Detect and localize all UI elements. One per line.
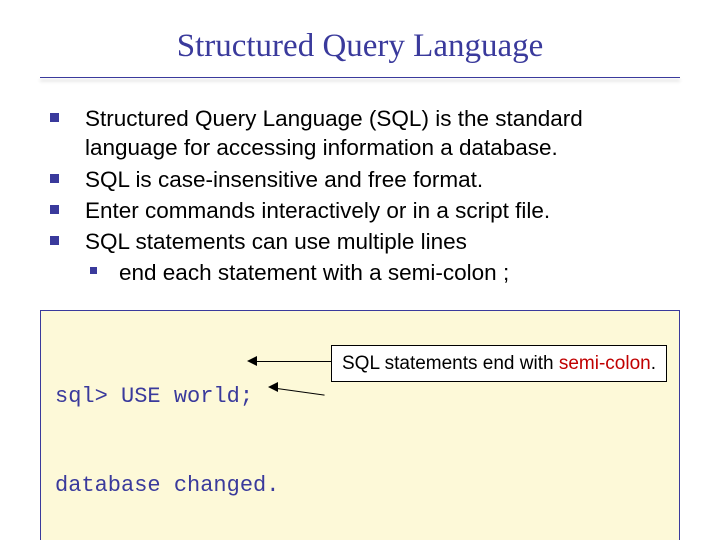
- bullet-list: Structured Query Language (SQL) is the s…: [50, 104, 680, 288]
- code-line: sql> USE world;: [55, 382, 665, 412]
- bullet-item: Enter commands interactively or in a scr…: [50, 196, 680, 225]
- bullet-square-icon: [50, 236, 59, 245]
- code-box: sql> USE world; database changed. sql> S…: [40, 310, 680, 540]
- title-underline: [40, 77, 680, 78]
- bullet-square-small-icon: [90, 267, 97, 274]
- callout-box: SQL statements end with semi-colon.: [331, 345, 667, 383]
- callout-arrowhead-icon: [247, 356, 257, 366]
- bullet-text: Structured Query Language (SQL) is the s…: [85, 104, 680, 163]
- callout-arrow: [256, 361, 331, 362]
- bullet-item: Structured Query Language (SQL) is the s…: [50, 104, 680, 163]
- callout-text: SQL statements end with: [342, 353, 559, 374]
- bullet-item: SQL is case-insensitive and free format.: [50, 165, 680, 194]
- callout-highlight: semi-colon: [559, 353, 651, 374]
- bullet-text: Enter commands interactively or in a scr…: [85, 196, 680, 225]
- bullet-square-icon: [50, 113, 59, 122]
- sub-bullet-text: end each statement with a semi-colon ;: [119, 258, 680, 287]
- bullet-text: SQL statements can use multiple lines: [85, 227, 680, 256]
- callout-arrowhead-icon: [268, 382, 278, 392]
- slide: Structured Query Language Structured Que…: [0, 0, 720, 540]
- bullet-item: SQL statements can use multiple lines: [50, 227, 680, 256]
- bullet-square-icon: [50, 174, 59, 183]
- callout-suffix: .: [651, 353, 656, 374]
- bullet-text: SQL is case-insensitive and free format.: [85, 165, 680, 194]
- code-line: database changed.: [55, 471, 665, 501]
- slide-title: Structured Query Language: [40, 28, 680, 77]
- sub-bullet-item: end each statement with a semi-colon ;: [50, 258, 680, 287]
- bullet-square-icon: [50, 205, 59, 214]
